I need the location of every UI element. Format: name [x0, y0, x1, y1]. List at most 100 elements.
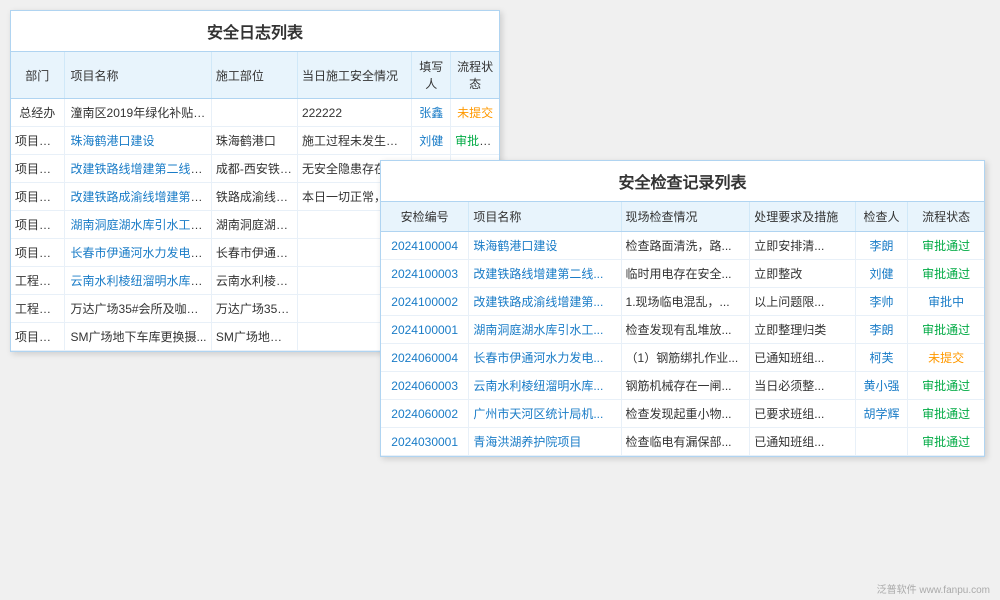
log-cell-dept: 项目一部	[11, 155, 64, 183]
check-cell-req: 已要求班组...	[750, 400, 855, 428]
log-cell-safety: 施工过程未发生安全事故...	[297, 127, 411, 155]
log-cell-dept: 总经办	[11, 99, 64, 127]
log-cell-proj[interactable]: 长春市伊通河水力发电厂...	[64, 239, 211, 267]
log-cell-proj: 潼南区2019年绿化补贴项...	[64, 99, 211, 127]
check-cell-id[interactable]: 2024100002	[381, 288, 469, 316]
log-panel-title: 安全日志列表	[11, 11, 499, 52]
check-cell-id[interactable]: 2024060002	[381, 400, 469, 428]
check-cell-id[interactable]: 2024030001	[381, 428, 469, 456]
check-table-row: 2024060002广州市天河区统计局机...检查发现起重小物...已要求班组.…	[381, 400, 984, 428]
check-header-proj: 项目名称	[469, 202, 621, 232]
check-cell-proj[interactable]: 广州市天河区统计局机...	[469, 400, 621, 428]
log-cell-person[interactable]: 张鑫	[412, 99, 451, 127]
log-cell-site: 万达广场35#会...	[211, 295, 297, 323]
check-cell-req: 已通知班组...	[750, 428, 855, 456]
check-cell-proj[interactable]: 云南水利棱纽溜明水库...	[469, 372, 621, 400]
log-cell-dept: 项目三部	[11, 127, 64, 155]
check-cell-site: 1.现场临电混乱，...	[621, 288, 750, 316]
log-table-row: 项目三部珠海鹤港口建设珠海鹤港口施工过程未发生安全事故...刘健审批通过	[11, 127, 499, 155]
check-cell-site: 钢筋机械存在一闸...	[621, 372, 750, 400]
check-cell-id[interactable]: 2024100003	[381, 260, 469, 288]
check-cell-proj[interactable]: 改建铁路成渝线增建第...	[469, 288, 621, 316]
check-cell-proj[interactable]: 湖南洞庭湖水库引水工...	[469, 316, 621, 344]
log-cell-proj: 万达广场35#会所及咖啡...	[64, 295, 211, 323]
check-cell-site: 检查发现起重小物...	[621, 400, 750, 428]
check-cell-site: 检查路面清洗，路...	[621, 232, 750, 260]
check-cell-status: 审批通过	[908, 428, 984, 456]
check-cell-person[interactable]: 胡学辉	[855, 400, 908, 428]
check-table-row: 2024060004长春市伊通河水力发电...（1）钢筋绑扎作业...已通知班组…	[381, 344, 984, 372]
log-header-site: 施工部位	[211, 52, 297, 99]
check-cell-status: 审批通过	[908, 316, 984, 344]
log-header-safety: 当日施工安全情况	[297, 52, 411, 99]
check-header-person: 检查人	[855, 202, 908, 232]
log-cell-dept: 项目二部	[11, 183, 64, 211]
log-cell-site: 云南水利棱纽溜...	[211, 267, 297, 295]
check-cell-person	[855, 428, 908, 456]
log-cell-dept: 工程管...	[11, 267, 64, 295]
log-header-proj: 项目名称	[64, 52, 211, 99]
check-table-row: 2024100003改建铁路线增建第二线...临时用电存在安全...立即整改刘健…	[381, 260, 984, 288]
log-cell-site	[211, 99, 297, 127]
log-header-dept: 部门	[11, 52, 64, 99]
check-table-row: 2024100004珠海鹤港口建设检查路面清洗，路...立即安排清...李朗审批…	[381, 232, 984, 260]
check-cell-status: 审批通过	[908, 260, 984, 288]
check-cell-id[interactable]: 2024060004	[381, 344, 469, 372]
log-cell-proj[interactable]: 改建铁路成渝线增建第二...	[64, 183, 211, 211]
log-cell-dept: 项目二部	[11, 323, 64, 351]
check-cell-proj[interactable]: 青海洪湖养护院项目	[469, 428, 621, 456]
check-cell-status: 审批通过	[908, 400, 984, 428]
log-cell-status: 审批通过	[451, 127, 499, 155]
check-cell-person[interactable]: 李朗	[855, 316, 908, 344]
log-header-person: 填写人	[412, 52, 451, 99]
check-cell-site: （1）钢筋绑扎作业...	[621, 344, 750, 372]
check-table-row: 2024030001青海洪湖养护院项目检查临电有漏保部...已通知班组...审批…	[381, 428, 984, 456]
check-table-row: 2024100002改建铁路成渝线增建第...1.现场临电混乱，...以上问题限…	[381, 288, 984, 316]
check-cell-site: 临时用电存在安全...	[621, 260, 750, 288]
check-cell-proj[interactable]: 珠海鹤港口建设	[469, 232, 621, 260]
check-table-row: 2024100001湖南洞庭湖水库引水工...检查发现有乱堆放...立即整理归类…	[381, 316, 984, 344]
check-panel: 安全检查记录列表 安检编号 项目名称 现场检查情况 处理要求及措施 检查人 流程…	[380, 160, 985, 457]
watermark: 泛普软件 www.fanpu.com	[877, 581, 990, 596]
check-cell-person[interactable]: 柯芙	[855, 344, 908, 372]
log-cell-site: 铁路成渝线（成...	[211, 183, 297, 211]
log-cell-proj[interactable]: 改建铁路线增建第二线直...	[64, 155, 211, 183]
check-cell-id[interactable]: 2024100001	[381, 316, 469, 344]
log-cell-proj[interactable]: 珠海鹤港口建设	[64, 127, 211, 155]
check-table: 安检编号 项目名称 现场检查情况 处理要求及措施 检查人 流程状态 202410…	[381, 202, 984, 456]
check-header-req: 处理要求及措施	[750, 202, 855, 232]
log-cell-status: 未提交	[451, 99, 499, 127]
log-cell-site: 珠海鹤港口	[211, 127, 297, 155]
check-cell-person[interactable]: 黄小强	[855, 372, 908, 400]
check-header-site: 现场检查情况	[621, 202, 750, 232]
log-cell-proj[interactable]: 云南水利棱纽溜明水库一...	[64, 267, 211, 295]
check-cell-req: 立即安排清...	[750, 232, 855, 260]
check-table-header-row: 安检编号 项目名称 现场检查情况 处理要求及措施 检查人 流程状态	[381, 202, 984, 232]
check-cell-status: 审批通过	[908, 372, 984, 400]
check-cell-req: 已通知班组...	[750, 344, 855, 372]
check-cell-person[interactable]: 李帅	[855, 288, 908, 316]
check-cell-status: 未提交	[908, 344, 984, 372]
log-cell-proj[interactable]: 湖南洞庭湖水库引水工程...	[64, 211, 211, 239]
check-table-row: 2024060003云南水利棱纽溜明水库...钢筋机械存在一闸...当日必须整.…	[381, 372, 984, 400]
check-cell-person[interactable]: 刘健	[855, 260, 908, 288]
check-cell-proj[interactable]: 长春市伊通河水力发电...	[469, 344, 621, 372]
main-container: 安全日志列表 部门 项目名称 施工部位 当日施工安全情况 填写人 流程状态 总经…	[0, 0, 1000, 600]
log-cell-safety: 222222	[297, 99, 411, 127]
log-cell-dept: 项目一部	[11, 211, 64, 239]
log-cell-person[interactable]: 刘健	[412, 127, 451, 155]
log-table-row: 总经办潼南区2019年绿化补贴项... 222222张鑫未提交	[11, 99, 499, 127]
check-cell-id[interactable]: 2024060003	[381, 372, 469, 400]
check-cell-site: 检查发现有乱堆放...	[621, 316, 750, 344]
log-table-header-row: 部门 项目名称 施工部位 当日施工安全情况 填写人 流程状态	[11, 52, 499, 99]
log-cell-site: 湖南洞庭湖水库	[211, 211, 297, 239]
log-cell-site: SM广场地下车库	[211, 323, 297, 351]
check-cell-person[interactable]: 李朗	[855, 232, 908, 260]
log-cell-dept: 项目三部	[11, 239, 64, 267]
check-cell-req: 以上问题限...	[750, 288, 855, 316]
log-cell-proj: SM广场地下车库更换摄...	[64, 323, 211, 351]
check-cell-proj[interactable]: 改建铁路线增建第二线...	[469, 260, 621, 288]
check-cell-req: 立即整理归类	[750, 316, 855, 344]
check-cell-id[interactable]: 2024100004	[381, 232, 469, 260]
check-cell-status: 审批中	[908, 288, 984, 316]
